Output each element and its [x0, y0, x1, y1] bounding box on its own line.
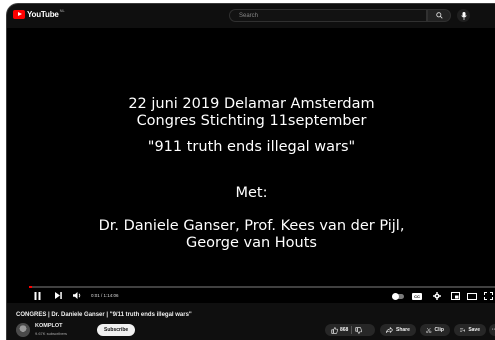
save-button[interactable]: Save: [454, 324, 486, 336]
settings-button[interactable]: [432, 291, 442, 301]
youtube-play-logo-icon: [13, 10, 25, 19]
volume-icon: [72, 292, 80, 299]
youtube-logo[interactable]: YouTube NL: [13, 8, 65, 19]
overlay-text-met: Met:: [235, 185, 268, 201]
search-button[interactable]: [427, 9, 451, 22]
skip-next-icon: [54, 292, 62, 299]
like-divider: [351, 326, 353, 334]
theater-mode-button[interactable]: [467, 291, 477, 301]
voice-search-button[interactable]: [457, 9, 470, 22]
share-button[interactable]: Share: [380, 324, 416, 336]
miniplayer-icon: [450, 292, 460, 300]
fullscreen-button[interactable]: [483, 291, 493, 301]
microphone-icon: [460, 11, 467, 20]
pause-button[interactable]: [32, 291, 42, 300]
scissors-icon: [426, 327, 432, 333]
search-input[interactable]: Search: [229, 9, 427, 22]
save-label: Save: [468, 327, 480, 333]
overlay-text-quote: "911 truth ends illegal wars": [147, 139, 356, 155]
thumbs-down-icon[interactable]: [355, 326, 363, 334]
playlist-add-icon: [460, 328, 466, 332]
pause-icon: [34, 291, 40, 300]
theater-mode-icon: [467, 292, 477, 300]
closed-captions-icon: CC: [412, 292, 422, 300]
time-display: 0:01 / 1:14:06: [91, 293, 119, 298]
like-count: 868: [340, 327, 349, 333]
miniplayer-button[interactable]: [450, 291, 460, 301]
gear-icon: [433, 292, 441, 300]
youtube-window: YouTube NL Search 22 juni 2019 Delamar A…: [6, 3, 495, 340]
channel-avatar[interactable]: [16, 323, 30, 337]
clip-label: Clip: [434, 327, 444, 333]
thumbs-up-icon: [331, 326, 338, 334]
like-button[interactable]: 868: [331, 326, 349, 334]
subtitles-button[interactable]: CC: [411, 292, 423, 300]
autoplay-toggle[interactable]: [391, 292, 405, 300]
more-actions-button[interactable]: ···: [489, 324, 495, 336]
search-icon: [435, 12, 443, 19]
logo-region: NL: [59, 8, 65, 13]
fullscreen-icon: [483, 292, 493, 300]
channel-name[interactable]: KOMPLOT: [35, 323, 63, 329]
progress-bar[interactable]: [29, 286, 495, 288]
autoplay-switch: [392, 292, 404, 300]
like-dislike-group: 868: [325, 324, 375, 336]
subscribe-button[interactable]: Subscribe: [97, 324, 136, 336]
video-player[interactable]: 22 juni 2019 Delamar Amsterdam Congres S…: [7, 28, 495, 303]
overlay-text-event: Congres Stichting 11september: [136, 113, 367, 129]
next-button[interactable]: [53, 291, 63, 300]
subscriber-count: 9.67K subscribers: [35, 331, 68, 336]
overlay-text-speakers: Dr. Daniele Ganser, Prof. Kees van der P…: [98, 218, 405, 234]
top-bar: YouTube NL Search: [7, 4, 495, 28]
clip-button[interactable]: Clip: [420, 324, 450, 336]
share-icon: [386, 327, 393, 333]
logo-text: YouTube: [27, 10, 59, 19]
progress-bar-fill: [29, 286, 32, 288]
overlay-text-date: 22 juni 2019 Delamar Amsterdam: [128, 96, 375, 112]
overlay-text-speakers-2: George van Houts: [186, 235, 317, 251]
volume-button[interactable]: [72, 291, 82, 300]
share-label: Share: [396, 327, 410, 333]
video-title: CONGRES | Dr. Daniele Ganser | "9/11 tru…: [16, 312, 192, 318]
